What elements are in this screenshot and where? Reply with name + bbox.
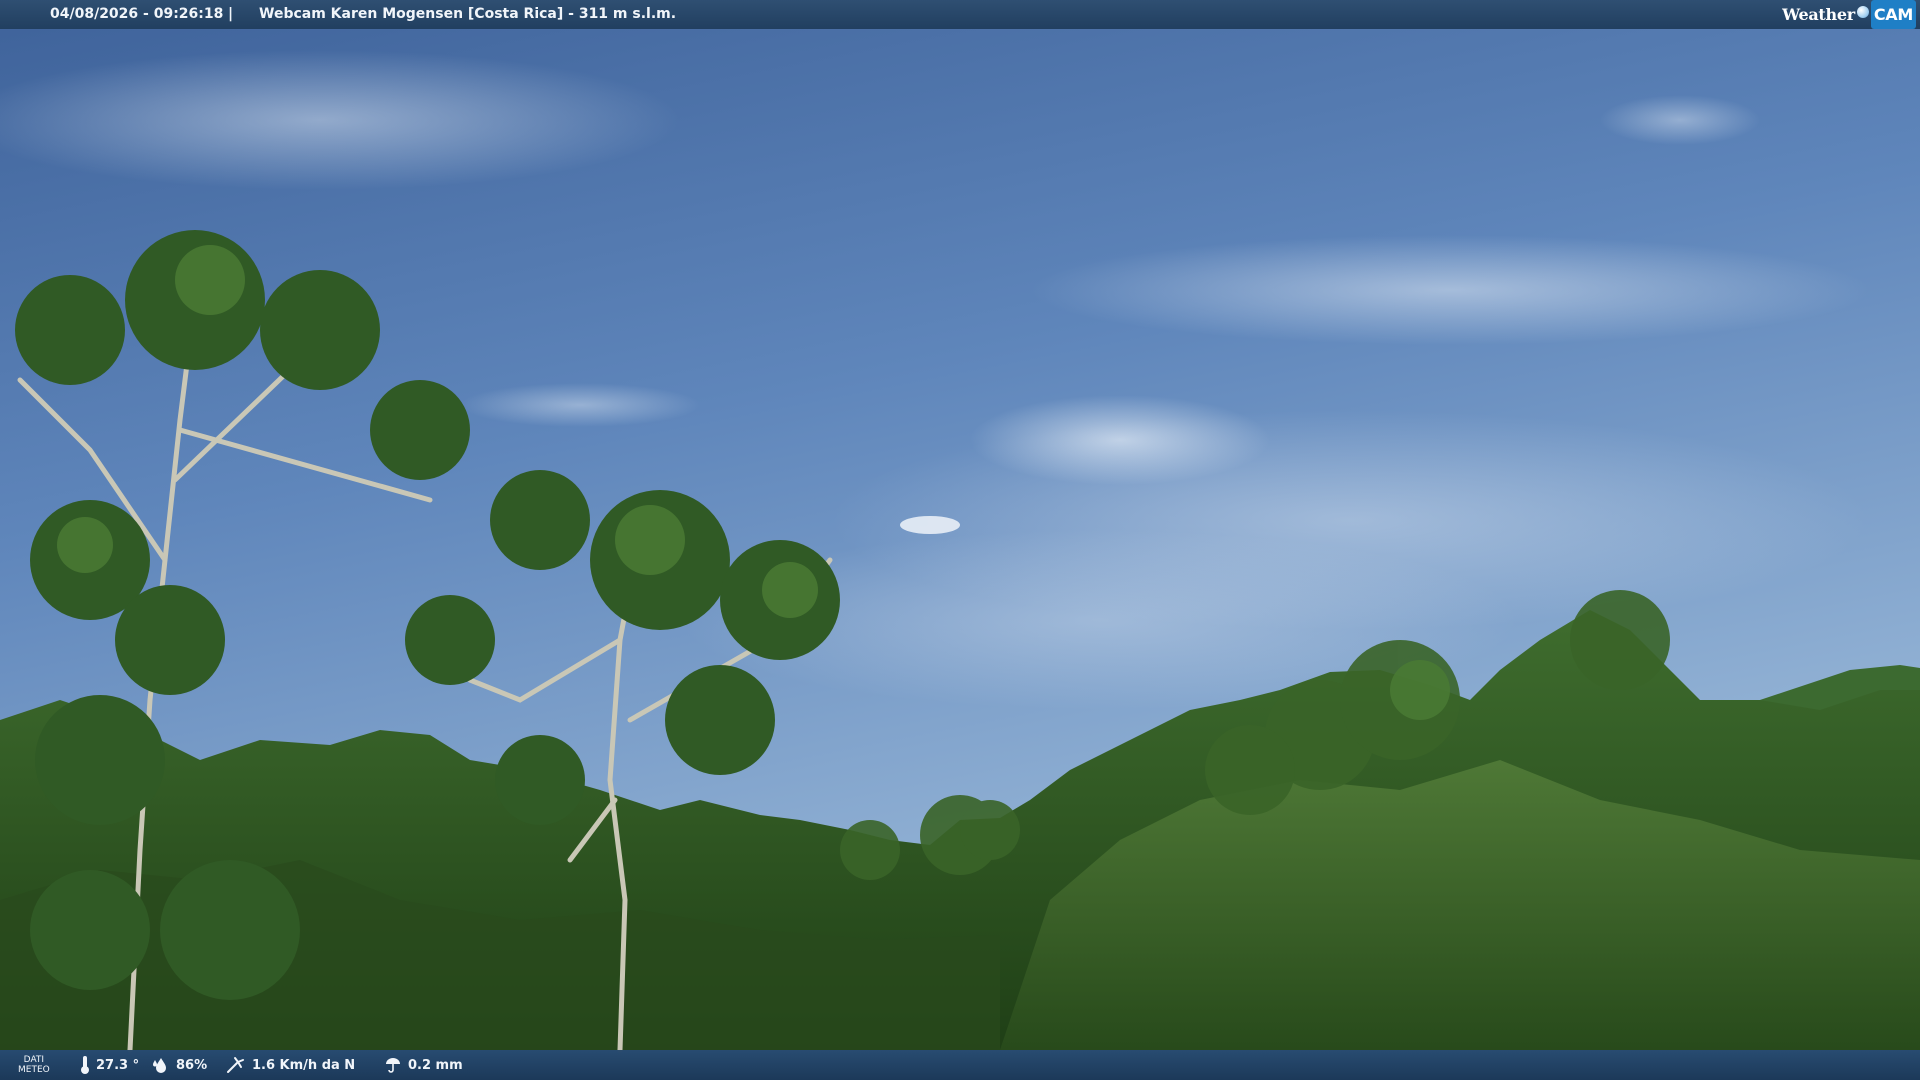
- capture-datetime: 04/08/2026 - 09:26:18: [50, 6, 224, 22]
- humidity-reading: 86%: [152, 1050, 207, 1080]
- wind-value: 1.6 Km/h da N: [252, 1057, 356, 1073]
- logo-cam-text: CAM: [1870, 0, 1916, 29]
- webcam-image: [0, 0, 1920, 1080]
- weathercam-logo: Weather CAM: [1782, 0, 1916, 29]
- rain-value: 0.2 mm: [408, 1057, 463, 1073]
- meteo-label-line1: DATI: [23, 1055, 45, 1065]
- humidity-value: 86%: [176, 1057, 208, 1073]
- meteo-data-bar: DATI METEO 27.3 ° 86% 1.6 Km/h da N 0.2 …: [0, 1050, 1920, 1080]
- temperature-reading: 27.3 °: [80, 1050, 139, 1080]
- meteo-label-line2: METEO: [18, 1065, 50, 1075]
- rain-reading: 0.2 mm: [384, 1050, 463, 1080]
- humidity-drop-icon: [152, 1056, 170, 1074]
- header-separator: |: [228, 6, 234, 22]
- webcam-frame: 04/08/2026 - 09:26:18 | Webcam Karen Mog…: [0, 0, 1920, 1080]
- wind-reading: 1.6 Km/h da N: [226, 1050, 355, 1080]
- wind-icon: [226, 1056, 246, 1074]
- logo-dot-icon: [1856, 6, 1869, 18]
- thermometer-icon: [80, 1055, 90, 1075]
- logo-weather-text: Weather: [1782, 4, 1855, 24]
- webcam-title: Webcam Karen Mogensen [Costa Rica] - 311…: [259, 6, 677, 22]
- temperature-value: 27.3 °: [96, 1057, 140, 1073]
- meteo-label: DATI METEO: [18, 1050, 50, 1080]
- rain-icon: [384, 1056, 402, 1074]
- top-info-bar: 04/08/2026 - 09:26:18 | Webcam Karen Mog…: [0, 0, 1920, 29]
